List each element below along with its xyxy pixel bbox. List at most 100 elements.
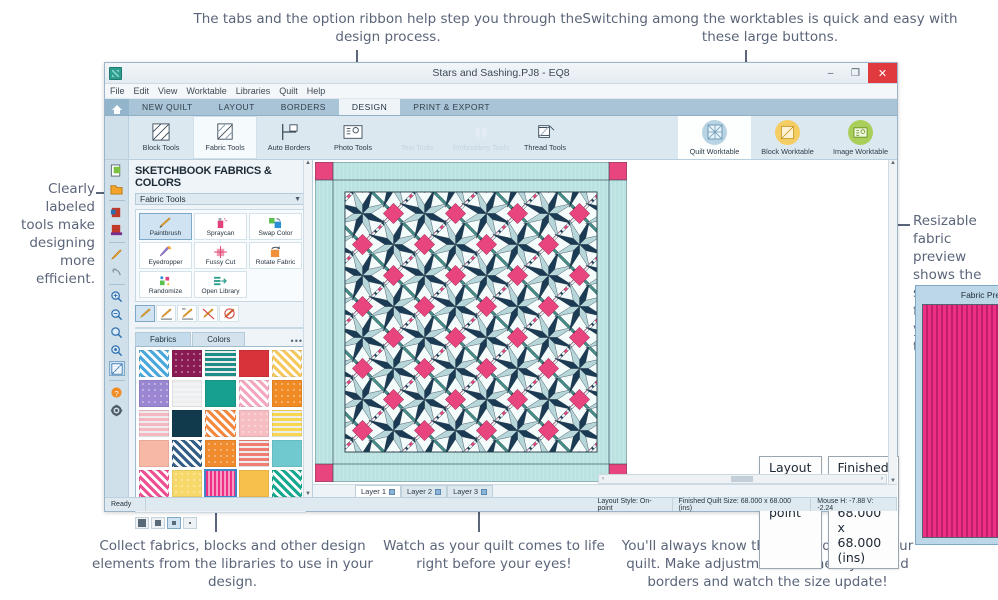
sketchbook-vscrollbar[interactable]: ▲ ▼	[303, 160, 312, 497]
block-worktable-button[interactable]: Block Worktable	[751, 116, 824, 159]
undo-arrow-icon[interactable]	[109, 265, 125, 280]
tab-layout[interactable]: LAYOUT	[206, 99, 268, 115]
quilt-design[interactable]	[315, 162, 627, 482]
tab-design[interactable]: DESIGN	[338, 99, 401, 115]
ribbon-thread-tools[interactable]: Thread Tools	[513, 116, 577, 159]
zoom-in-icon[interactable]	[109, 289, 125, 304]
layer-tab-1[interactable]: Layer 1	[355, 485, 402, 497]
menu-item-worktable[interactable]: Worktable	[186, 86, 226, 96]
menu-item-view[interactable]: View	[158, 86, 177, 96]
zoom-out-icon[interactable]	[109, 307, 125, 322]
fabric-swatch[interactable]	[271, 470, 302, 497]
layer-visibility-icon[interactable]	[481, 488, 488, 495]
fabric-swatch[interactable]	[271, 410, 302, 437]
fabric-swatch[interactable]	[139, 380, 170, 407]
menu-item-help[interactable]: Help	[307, 86, 326, 96]
menu-item-file[interactable]: File	[110, 86, 125, 96]
tab-borders[interactable]: BORDERS	[268, 99, 339, 115]
brush-mode-3-icon[interactable]	[177, 305, 197, 322]
canvas-hscrollbar[interactable]: ‹ ›	[598, 474, 887, 484]
fabric-swatch[interactable]	[238, 350, 269, 377]
fabric-swatch[interactable]	[172, 440, 203, 467]
fabric-preview-window[interactable]: Fabric Preview ✕	[915, 285, 998, 545]
view-list-icon[interactable]	[183, 517, 197, 529]
ribbon-auto-borders[interactable]: Auto Borders	[257, 116, 321, 159]
image-worktable-button[interactable]: Image Worktable	[824, 116, 897, 159]
view-sketchbook-icon[interactable]	[109, 223, 125, 238]
tab-colors[interactable]: Colors	[192, 332, 246, 346]
brush-mode-4-icon[interactable]	[198, 305, 218, 322]
fabric-swatch[interactable]	[204, 469, 237, 498]
tab-new-quilt[interactable]: NEW QUILT	[129, 99, 206, 115]
tool-paintbrush[interactable]: Paintbrush	[139, 213, 192, 240]
canvas-scroll-up-icon[interactable]: ▲	[890, 160, 896, 166]
layer-visibility-icon[interactable]	[389, 488, 396, 495]
menu-item-libraries[interactable]: Libraries	[236, 86, 271, 96]
ribbon-block-tools[interactable]: Block Tools	[129, 116, 193, 159]
menu-item-edit[interactable]: Edit	[134, 86, 150, 96]
fabric-swatch[interactable]	[172, 380, 203, 407]
tool-fussy-cut[interactable]: Fussy Cut	[194, 242, 247, 269]
layer-tab-2[interactable]: Layer 2	[401, 485, 448, 497]
ribbon-photo-tools[interactable]: Photo Tools	[321, 116, 385, 159]
pencil-icon[interactable]	[109, 247, 125, 262]
new-project-icon[interactable]	[109, 163, 125, 178]
tool-spraycan[interactable]: Spraycan	[194, 213, 247, 240]
panel-scroll-up-icon[interactable]: ▲	[305, 160, 311, 166]
fabric-swatch[interactable]	[271, 440, 302, 467]
view-medium-icon[interactable]	[151, 517, 165, 529]
fabric-swatch[interactable]	[271, 380, 302, 407]
fabric-swatch[interactable]	[238, 440, 269, 467]
fabric-swatch[interactable]	[205, 380, 236, 407]
grid-tool-icon[interactable]	[108, 361, 125, 376]
maximize-button[interactable]: ❐	[843, 63, 868, 83]
fabric-swatch[interactable]	[205, 410, 236, 437]
tab-print-export[interactable]: PRINT & EXPORT	[400, 99, 503, 115]
view-large-icon[interactable]	[135, 517, 149, 529]
fabric-swatch[interactable]	[139, 410, 170, 437]
fabric-swatch[interactable]	[238, 470, 269, 497]
tab-fabrics[interactable]: Fabrics	[135, 332, 192, 346]
zoom-selection-icon[interactable]	[109, 343, 125, 358]
brush-mode-2-icon[interactable]	[156, 305, 176, 322]
tool-open-library[interactable]: Open Library	[194, 271, 247, 298]
ribbon-fabric-tools[interactable]: Fabric Tools	[193, 116, 257, 159]
canvas-scrollbar-thumb[interactable]	[731, 476, 754, 482]
tool-rotate-fabric[interactable]: Rotate Fabric	[249, 242, 302, 269]
canvas-vscrollbar[interactable]: ▲ ▼	[888, 160, 897, 484]
layer-visibility-icon[interactable]	[435, 488, 442, 495]
help-icon[interactable]: ?	[109, 385, 125, 400]
add-to-sketchbook-icon[interactable]	[109, 205, 125, 220]
fabric-tools-icon	[217, 123, 233, 140]
settings-gear-icon[interactable]	[109, 403, 125, 418]
fabric-swatch[interactable]	[139, 470, 170, 497]
fabric-swatch[interactable]	[139, 350, 170, 377]
minimize-button[interactable]: –	[818, 63, 843, 83]
canvas-scroll-right-icon[interactable]: ›	[881, 476, 886, 482]
quilt-worktable-button[interactable]: Quilt Worktable	[678, 116, 751, 159]
fabric-swatch[interactable]	[139, 440, 170, 467]
zoom-fit-icon[interactable]	[109, 325, 125, 340]
fabric-swatch[interactable]	[172, 350, 203, 377]
brush-mode-5-icon[interactable]	[219, 305, 239, 322]
tool-randomize[interactable]: Randomize	[139, 271, 192, 298]
fabric-swatch[interactable]	[172, 470, 203, 497]
view-small-icon[interactable]	[167, 517, 181, 529]
home-tab-button[interactable]	[105, 99, 129, 115]
layer-tab-3[interactable]: Layer 3	[447, 485, 494, 497]
canvas-scroll-left-icon[interactable]: ‹	[599, 476, 604, 482]
fabric-swatch[interactable]	[238, 380, 269, 407]
fabric-swatch[interactable]	[271, 350, 302, 377]
fabric-swatch[interactable]	[238, 410, 269, 437]
brush-mode-1-icon[interactable]	[135, 305, 155, 322]
menu-item-quilt[interactable]: Quilt	[279, 86, 298, 96]
fabric-tools-dropdown[interactable]: Fabric Tools ▼	[135, 193, 306, 205]
open-project-icon[interactable]	[109, 181, 125, 196]
tool-eyedropper[interactable]: Eyedropper	[139, 242, 192, 269]
fabric-swatch[interactable]	[205, 440, 236, 467]
quilt-stage[interactable]: Fabric Preview ✕ Layout Style: On-point …	[313, 160, 998, 569]
tool-swap-color[interactable]: Swap Color	[249, 213, 302, 240]
close-button[interactable]: ✕	[868, 63, 897, 83]
fabric-swatch[interactable]	[172, 410, 203, 437]
fabric-swatch[interactable]	[205, 350, 236, 377]
